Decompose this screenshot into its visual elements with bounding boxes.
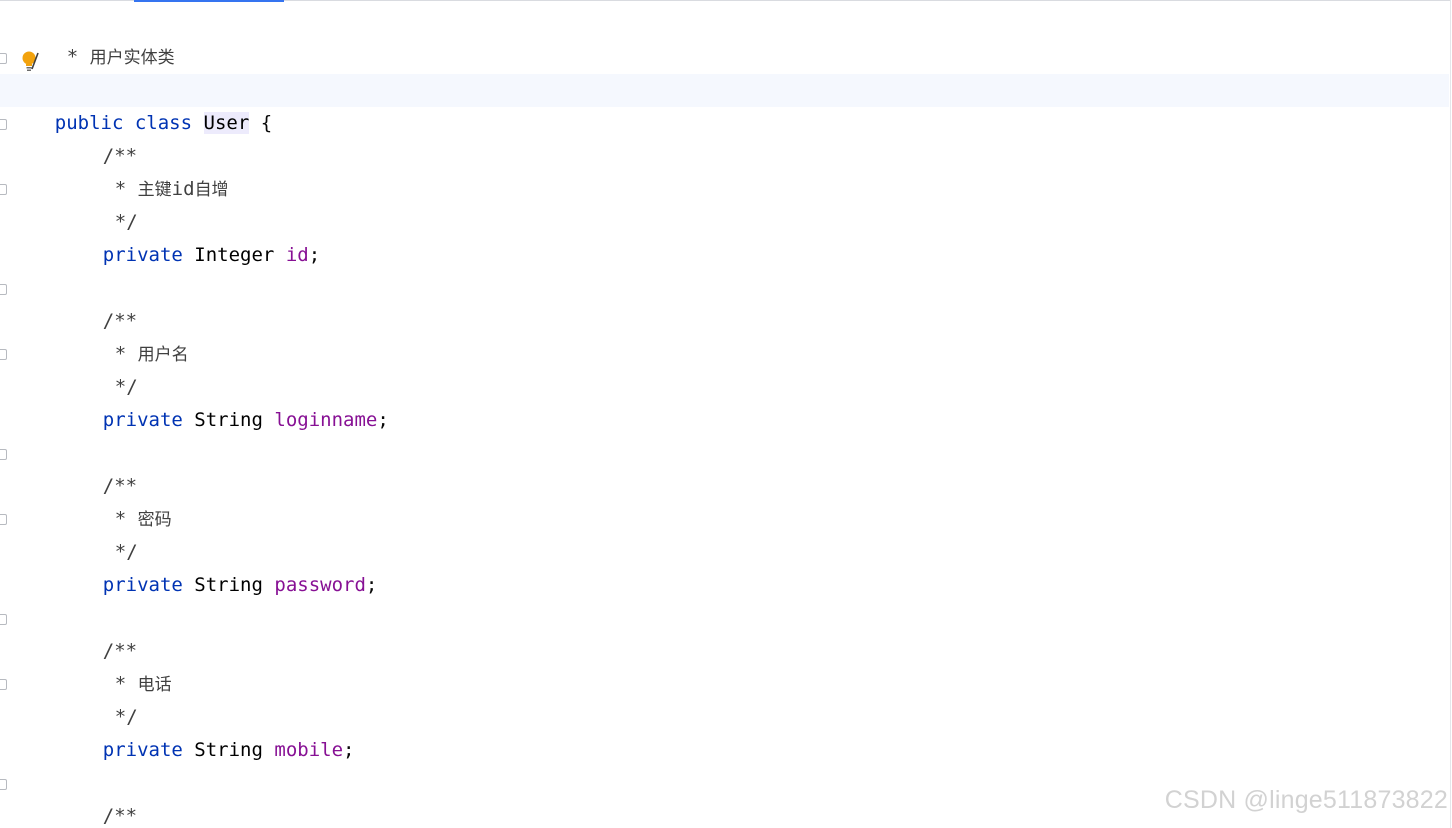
field-name: mobile <box>274 739 344 761</box>
doc-comment-body[interactable]: * 用户名 <box>69 305 189 365</box>
doc-comment-close[interactable]: */ <box>69 503 138 563</box>
fold-marker-icon[interactable] <box>0 514 7 525</box>
editor-right-border <box>1450 0 1451 828</box>
field-type: String <box>194 409 263 431</box>
field-comment: 用户名 <box>137 345 189 365</box>
doc-comment-close[interactable]: */ <box>69 668 138 728</box>
keyword-private: private <box>102 244 183 266</box>
fold-marker-icon[interactable] <box>0 449 7 460</box>
doc-comment-open[interactable]: /** <box>57 272 137 332</box>
fold-marker-icon[interactable] <box>0 119 7 130</box>
doc-comment-open[interactable]: /** <box>57 107 137 167</box>
watermark: CSDN @linge511873822 <box>1164 786 1448 814</box>
field-type: String <box>194 574 263 596</box>
doc-comment-body[interactable]: * 密码 <box>69 470 172 530</box>
doc-comment-body[interactable]: * 邮箱 <box>69 800 172 828</box>
code-line-class-doc-comment[interactable]: * 用户实体类 <box>21 8 175 68</box>
active-tab-indicator <box>134 0 284 2</box>
keyword-private: private <box>102 574 183 596</box>
doc-comment-close[interactable]: */ <box>69 338 138 398</box>
field-comment: 电话 <box>137 675 172 695</box>
field-declaration-mobile[interactable]: private String mobile; <box>57 701 355 761</box>
doc-comment-body[interactable]: * 电话 <box>69 635 172 695</box>
open-brace: { <box>260 112 273 134</box>
field-comment-code: id <box>171 178 195 200</box>
field-type: Integer <box>194 244 275 266</box>
class-name[interactable]: User <box>203 112 250 134</box>
doc-comment-open[interactable]: /** <box>57 437 137 497</box>
field-comment: 主键 <box>137 180 172 200</box>
fold-marker-icon[interactable] <box>0 779 7 790</box>
fold-gutter <box>0 0 9 828</box>
doc-comment-open[interactable]: /** <box>57 602 137 662</box>
intention-bulb-icon[interactable] <box>21 50 39 72</box>
field-declaration-id[interactable]: private Integer id; <box>57 206 320 266</box>
field-declaration-password[interactable]: private String password; <box>57 536 378 596</box>
keyword-class: class <box>134 112 193 134</box>
fold-marker-icon[interactable] <box>0 679 7 690</box>
comment-star: * <box>66 46 79 68</box>
doc-comment-close[interactable]: */ <box>69 173 138 233</box>
fold-marker-icon[interactable] <box>0 284 7 295</box>
field-name: loginname <box>274 409 378 431</box>
field-type: String <box>194 739 263 761</box>
doc-comment-body[interactable]: * 主键id自增 <box>69 140 229 200</box>
fold-marker-icon[interactable] <box>0 349 7 360</box>
field-comment: 密码 <box>137 510 172 530</box>
field-name: id <box>285 244 309 266</box>
class-doc-text: 用户实体类 <box>89 48 175 68</box>
field-declaration-loginname[interactable]: private String loginname; <box>57 371 389 431</box>
fold-marker-icon[interactable] <box>0 184 7 195</box>
field-name: password <box>274 574 366 596</box>
keyword-private: private <box>102 409 183 431</box>
code-editor[interactable]: * 用户实体类 public class User { /** * 主键id自增… <box>0 0 1452 828</box>
field-comment-tail: 自增 <box>194 180 229 200</box>
fold-marker-icon[interactable] <box>0 53 7 64</box>
fold-marker-icon[interactable] <box>0 614 7 625</box>
code-line-class-declaration[interactable]: public class User { <box>9 74 272 134</box>
keyword-private: private <box>102 739 183 761</box>
doc-comment-open[interactable]: /** <box>57 767 137 827</box>
